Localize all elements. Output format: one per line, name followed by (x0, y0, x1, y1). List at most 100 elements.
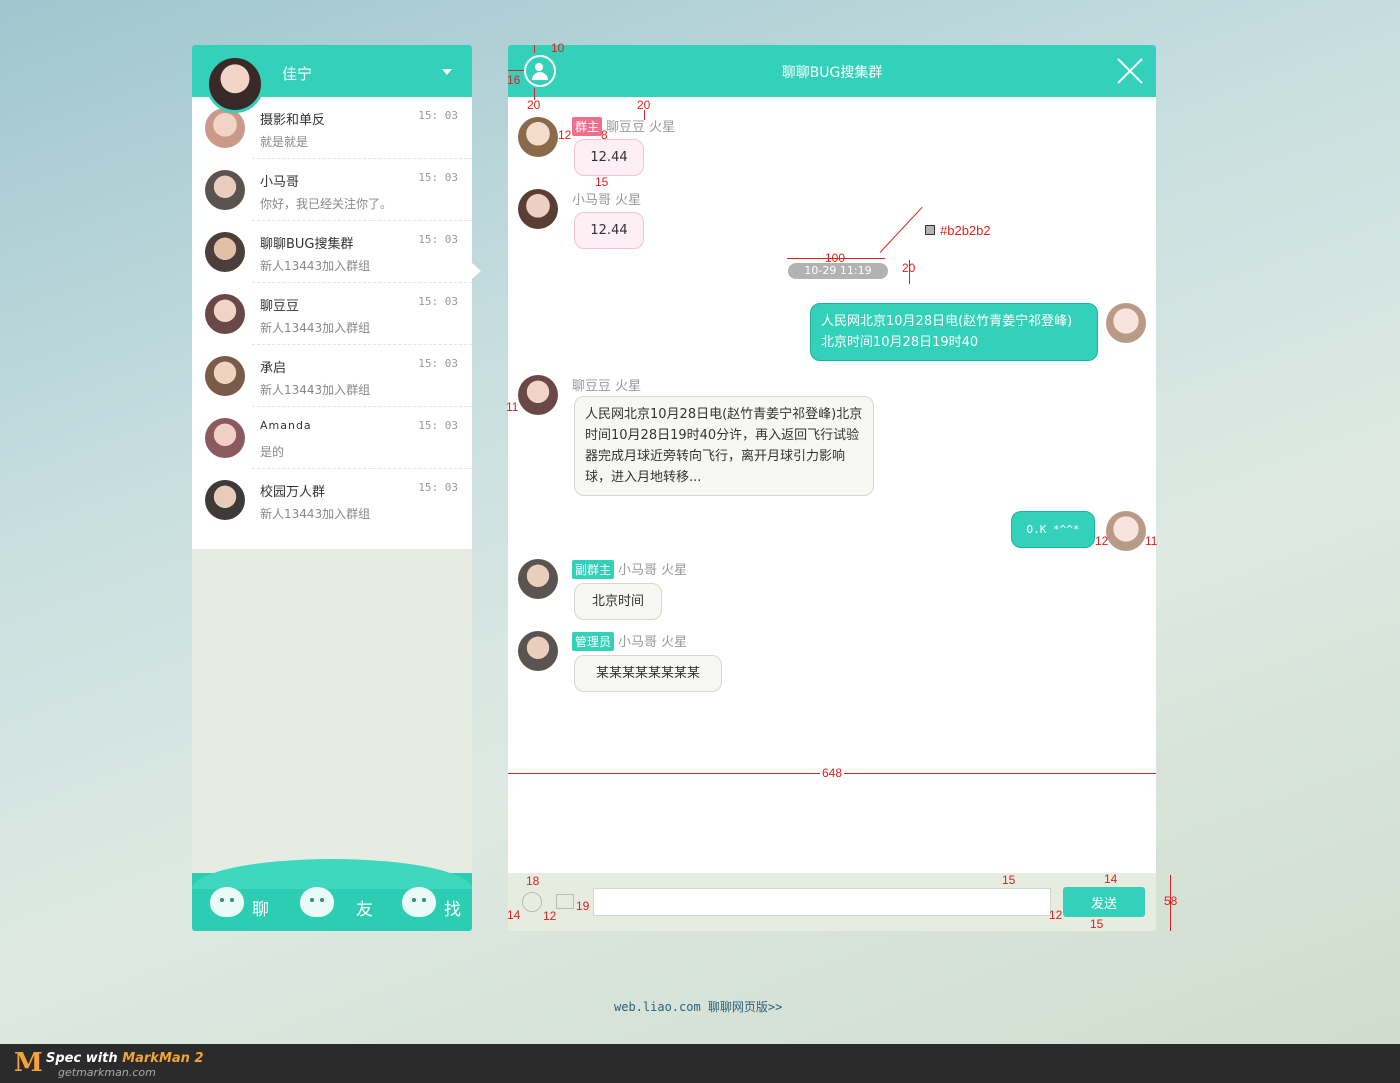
message-bubble-own: 人民网北京10月28日电(赵竹青姜宁祁登峰) 北京时间10月28日19时40 (810, 303, 1098, 361)
message-sender: 管理员 小马哥 火星 (572, 631, 687, 651)
message-input[interactable] (593, 888, 1051, 916)
my-avatar[interactable] (206, 55, 264, 113)
conversation-name: 校园万人群 (260, 485, 326, 500)
spec-label: 14 (507, 908, 521, 922)
tab-friends-label: 友 (356, 900, 373, 920)
conversation-preview: 新人13443加入群组 (260, 383, 371, 397)
message-sender: 小马哥 火星 (572, 193, 642, 208)
spec-label: 20 (527, 98, 541, 112)
image-icon[interactable] (556, 894, 574, 909)
message-composer: 发送 (508, 873, 1156, 931)
conversation-list: 摄影和单反 就是就是 15: 03 小马哥 你好，我已经关注你了。 15: 03… (192, 97, 472, 549)
chevron-down-icon[interactable] (442, 69, 452, 75)
conversation-preview: 是的 (260, 445, 285, 459)
spec-label: 12 (1049, 908, 1063, 922)
chat-mascot-icon (210, 887, 244, 917)
conversation-name: 小马哥 (260, 175, 300, 190)
conversation-preview: 就是就是 (260, 135, 309, 149)
role-badge: 副群主 (572, 560, 615, 579)
avatar (205, 356, 245, 396)
bottom-nav: 聊 友 找 (192, 859, 472, 931)
role-badge: 管理员 (572, 632, 615, 651)
role-badge: 群主 (572, 117, 603, 136)
avatar (205, 170, 245, 210)
tab-friends[interactable]: 友 (300, 881, 380, 925)
markman-url: getmarkman.com (58, 1066, 156, 1079)
avatar (205, 108, 245, 148)
spec-label: 19 (576, 899, 590, 913)
conversation-preview: 新人13443加入群组 (260, 259, 371, 273)
send-button[interactable]: 发送 (1063, 887, 1145, 917)
conversation-item[interactable]: 小马哥 你好，我已经关注你了。 15: 03 (192, 159, 472, 221)
message-bubble: 12.44 (574, 139, 644, 176)
spec-label: 15 (1002, 873, 1016, 887)
spec-label: 58 (1164, 894, 1178, 908)
message-sender: 群主 聊豆豆 火星 (572, 116, 675, 136)
find-mascot-icon (402, 887, 436, 917)
message-bubble: 12.44 (574, 212, 644, 249)
markman-logo-icon: M (14, 1048, 43, 1078)
spec-label: 20 (637, 98, 651, 112)
avatar[interactable] (518, 117, 558, 157)
chat-title: 聊聊BUG搜集群 (781, 65, 883, 81)
avatar[interactable] (518, 559, 558, 599)
friends-mascot-icon (300, 887, 334, 917)
markman-title: Spec with MarkMan 2 (46, 1051, 204, 1066)
message-bubble: 北京时间 (574, 583, 662, 620)
spec-label: 648 (820, 766, 845, 780)
active-conversation-pointer (472, 263, 481, 279)
my-message-avatar[interactable] (1106, 511, 1146, 551)
conversation-name: 承启 (260, 361, 287, 376)
spec-label: 12 (1095, 534, 1109, 548)
sender-name: 小马哥 火星 (618, 635, 688, 650)
avatar (205, 294, 245, 334)
tab-chat[interactable]: 聊 (210, 881, 280, 925)
spec-label: 20 (902, 261, 916, 275)
conversation-item[interactable]: 校园万人群 新人13443加入群组 15: 03 (192, 469, 472, 531)
conversation-time: 15: 03 (418, 419, 458, 432)
spec-label: 16 (507, 73, 521, 87)
markman-bar: M Spec with MarkMan 2 getmarkman.com (0, 1044, 1400, 1083)
profile-header: 佳宁 (192, 45, 472, 113)
emoji-icon[interactable] (522, 892, 542, 912)
my-name: 佳宁 (282, 65, 313, 83)
spec-line (534, 45, 535, 53)
tab-find[interactable]: 找 (402, 881, 472, 925)
spec-label: 15 (595, 175, 609, 189)
avatar[interactable] (518, 631, 558, 671)
message-line: 北京时间10月28日19时40 (821, 335, 979, 350)
spec-color-label: #b2b2b2 (940, 223, 991, 238)
conversation-time: 15: 03 (418, 109, 458, 122)
conversation-time: 15: 03 (418, 357, 458, 370)
spec-label: 14 (1104, 872, 1118, 886)
spec-line (508, 70, 524, 71)
conversation-name: Amanda (260, 419, 312, 432)
conversation-item[interactable]: Amanda 是的 15: 03 (192, 407, 472, 469)
spec-label: 10 (551, 41, 565, 55)
spec-label: 12 (558, 128, 572, 142)
message-bubble: 某某某某某某某某 (574, 655, 722, 692)
avatar[interactable] (518, 375, 558, 415)
conversation-time: 15: 03 (418, 481, 458, 494)
conversation-name: 聊聊BUG搜集群 (260, 237, 354, 252)
message-bubble-own: O.K *^^* (1011, 511, 1095, 548)
message-timestamp: 10-29 11:19 (788, 263, 888, 279)
tab-find-label: 找 (444, 900, 461, 920)
spec-label: 18 (526, 874, 540, 888)
conversation-time: 15: 03 (418, 171, 458, 184)
conversation-item[interactable]: 聊聊BUG搜集群 新人13443加入群组 15: 03 (192, 221, 472, 283)
message-sender: 副群主 小马哥 火星 (572, 559, 687, 579)
conversation-item[interactable]: 聊豆豆 新人13443加入群组 15: 03 (192, 283, 472, 345)
avatar[interactable] (518, 189, 558, 229)
conversation-preview: 新人13443加入群组 (260, 321, 371, 335)
sender-name: 聊豆豆 火星 (606, 120, 676, 135)
close-icon[interactable] (1116, 57, 1144, 85)
conversation-item[interactable]: 承启 新人13443加入群组 15: 03 (192, 345, 472, 407)
web-version-link[interactable]: web.liao.com 聊聊网页版>> (614, 998, 782, 1015)
spec-label: 8 (601, 128, 608, 142)
my-message-avatar[interactable] (1106, 303, 1146, 343)
message-line: 人民网北京10月28日电(赵竹青姜宁祁登峰) (821, 314, 1073, 329)
spec-label: 12 (543, 909, 557, 923)
color-swatch (925, 225, 935, 235)
spec-label: 11 (506, 400, 519, 414)
